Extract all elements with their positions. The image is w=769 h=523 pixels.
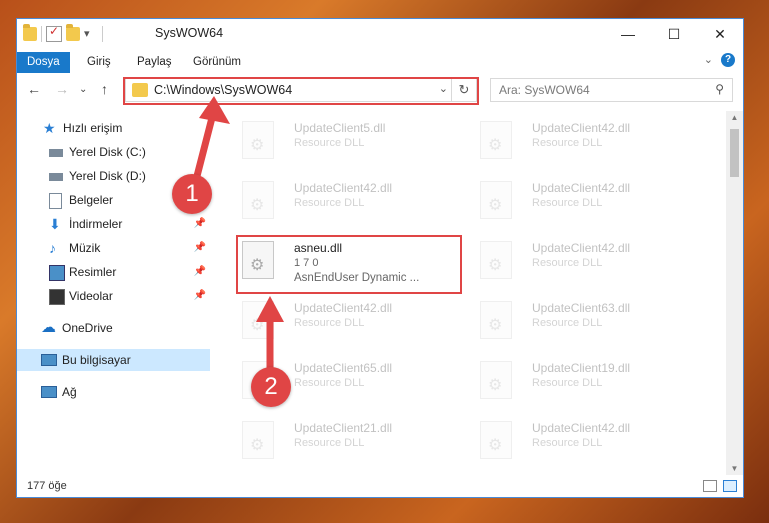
arrow-1 (192, 96, 230, 184)
annotation-arrows (192, 96, 284, 376)
arrow-2 (256, 296, 284, 376)
step-1-badge: 1 (172, 174, 212, 214)
step-2-badge: 2 (251, 367, 291, 407)
